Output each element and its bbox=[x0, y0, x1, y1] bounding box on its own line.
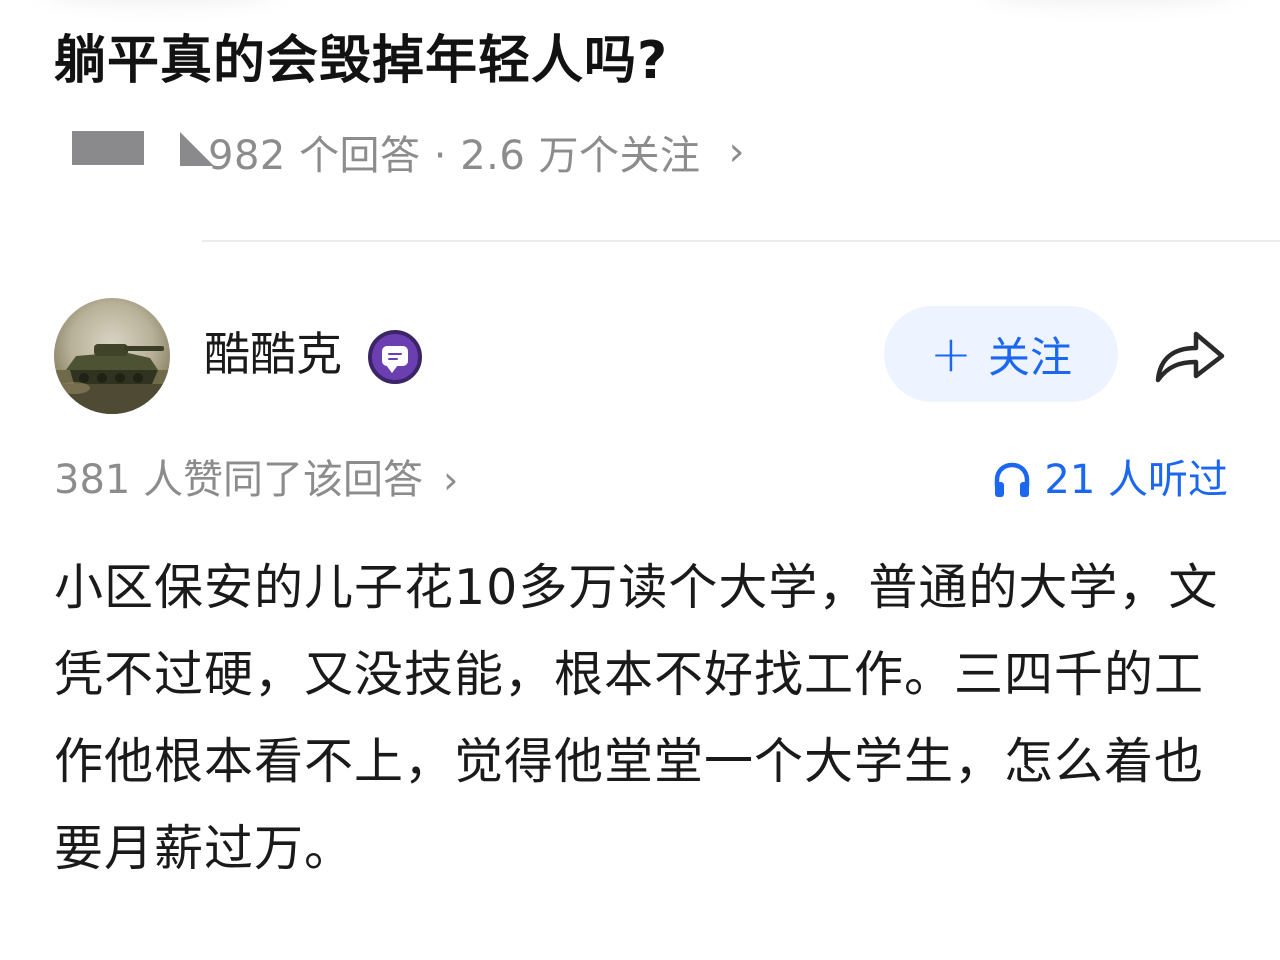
divider bbox=[202, 240, 1280, 242]
top-shadow-right bbox=[980, 0, 1240, 4]
redaction-wedge bbox=[180, 132, 214, 166]
follow-button[interactable]: + 关注 bbox=[884, 306, 1118, 402]
share-arrow-icon[interactable] bbox=[1152, 324, 1228, 386]
likes-summary[interactable]: 381 人赞同了该回答 › bbox=[54, 452, 458, 508]
follow-label: 关注 bbox=[987, 332, 1072, 382]
listen-text: 21 人听过 bbox=[1044, 457, 1228, 503]
plus-icon: + bbox=[930, 325, 972, 383]
chevron-right-icon: › bbox=[443, 458, 459, 502]
question-title[interactable]: 躺平真的会毁掉年轻人吗? bbox=[54, 26, 668, 96]
listen-count[interactable]: 21 人听过 bbox=[992, 452, 1228, 508]
question-meta-row[interactable]: 982 个回答 · 2.6 万个关注 › bbox=[72, 122, 745, 182]
avatar[interactable] bbox=[54, 298, 170, 414]
chevron-right-icon: › bbox=[728, 129, 745, 175]
top-shadow-left bbox=[40, 0, 280, 4]
answer-body[interactable]: 小区保安的儿子花10多万读个大学，普通的大学，文凭不过硬，又没技能，根本不好找工… bbox=[54, 544, 1234, 892]
author-name[interactable]: 酷酷克 bbox=[204, 322, 342, 386]
question-stats: 982 个回答 · 2.6 万个关注 bbox=[208, 133, 701, 179]
tank-avatar-image bbox=[54, 344, 170, 414]
chat-badge-icon[interactable] bbox=[368, 330, 422, 384]
headphones-icon bbox=[995, 462, 1030, 497]
redaction-block bbox=[72, 131, 144, 165]
likes-text: 381 人赞同了该回答 bbox=[54, 457, 424, 503]
